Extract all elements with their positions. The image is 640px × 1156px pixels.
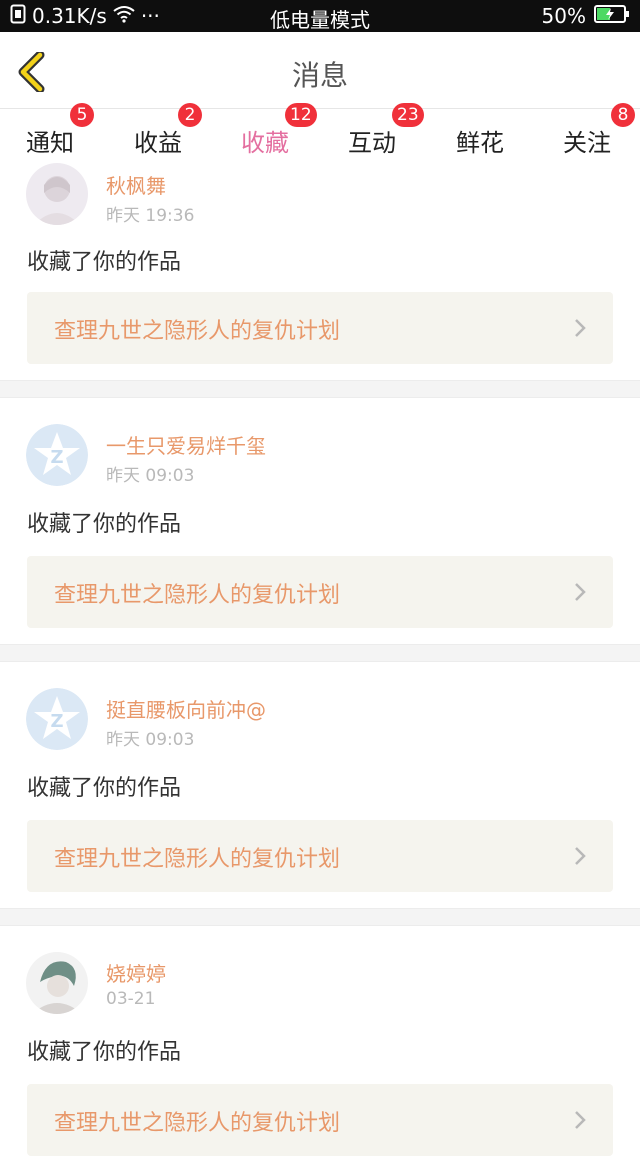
unread-badge: 12 (285, 103, 317, 127)
timestamp: 昨天 19:36 (106, 206, 195, 226)
unread-badge: 8 (611, 103, 635, 127)
tab-earnings[interactable]: 收益 2 (134, 103, 202, 158)
section-divider (0, 644, 640, 662)
status-bar: 0.31K/s ··· 低电量模式 50% (0, 0, 640, 32)
work-title: 查理九世之隐形人的复仇计划 (54, 847, 341, 872)
photo-avatar-icon[interactable] (26, 163, 88, 225)
list-item[interactable]: Z 一生只爱易烊千玺 昨天 09:03 收藏了你的作品 查理九世之隐形人的复仇计… (0, 398, 640, 644)
tab-label: 收益 (134, 129, 182, 157)
work-link[interactable]: 查理九世之隐形人的复仇计划 (27, 292, 613, 364)
user-name[interactable]: 秋枫舞 (106, 170, 166, 199)
work-title: 查理九世之隐形人的复仇计划 (54, 1111, 341, 1136)
tab-label: 通知 (26, 129, 74, 157)
list-item[interactable]: Z 挺直腰板向前冲@ 昨天 09:03 收藏了你的作品 查理九世之隐形人的复仇计… (0, 662, 640, 908)
status-right: 50% (542, 4, 630, 28)
work-title: 查理九世之隐形人的复仇计划 (54, 583, 341, 608)
action-text: 收藏了你的作品 (27, 1040, 182, 1065)
page-title: 消息 (291, 59, 348, 92)
unread-badge: 5 (70, 103, 94, 127)
battery-icon (594, 4, 630, 29)
tab-favorites[interactable]: 收藏 12 (241, 103, 317, 172)
nav-bar: 消息 (0, 32, 640, 109)
work-link[interactable]: 查理九世之隐形人的复仇计划 (27, 1084, 613, 1156)
work-link[interactable]: 查理九世之隐形人的复仇计划 (27, 820, 613, 892)
timestamp: 昨天 09:03 (106, 730, 195, 750)
work-link[interactable]: 查理九世之隐形人的复仇计划 (27, 556, 613, 628)
photo-avatar-icon[interactable] (26, 952, 88, 1014)
work-title: 查理九世之隐形人的复仇计划 (54, 319, 341, 344)
default-avatar-icon[interactable]: Z (26, 424, 88, 486)
tab-label: 关注 (563, 129, 611, 157)
unread-badge: 2 (178, 103, 202, 127)
user-name[interactable]: 挺直腰板向前冲@ (106, 694, 266, 723)
tab-label: 收藏 (241, 129, 289, 157)
action-text: 收藏了你的作品 (27, 250, 182, 275)
action-text: 收藏了你的作品 (27, 776, 182, 801)
section-divider (0, 908, 640, 926)
battery-percent: 50% (541, 4, 586, 28)
tab-interaction[interactable]: 互动 23 (348, 103, 424, 158)
chevron-right-icon (575, 847, 586, 865)
list-item[interactable]: 娆婷婷 03-21 收藏了你的作品 查理九世之隐形人的复仇计划 (0, 926, 640, 1156)
tab-flowers[interactable]: 鲜花 (456, 123, 504, 158)
section-divider (0, 380, 640, 398)
list-item[interactable]: 秋枫舞 昨天 19:36 收藏了你的作品 查理九世之隐形人的复仇计划 (0, 163, 640, 380)
chevron-right-icon (575, 1111, 586, 1129)
default-avatar-icon[interactable]: Z (26, 688, 88, 750)
tab-label: 互动 (348, 129, 396, 157)
timestamp: 昨天 09:03 (106, 466, 195, 486)
tab-notice[interactable]: 通知 5 (26, 103, 94, 158)
chevron-right-icon (575, 583, 586, 601)
svg-text:Z: Z (50, 711, 63, 732)
timestamp: 03-21 (106, 989, 156, 1009)
tab-follow[interactable]: 关注 8 (563, 103, 635, 158)
action-text: 收藏了你的作品 (27, 512, 182, 537)
svg-text:Z: Z (50, 447, 63, 468)
message-list: 秋枫舞 昨天 19:36 收藏了你的作品 查理九世之隐形人的复仇计划 Z 一生只… (0, 163, 640, 1156)
unread-badge: 23 (392, 103, 424, 127)
user-name[interactable]: 娆婷婷 (106, 958, 166, 987)
user-name[interactable]: 一生只爱易烊千玺 (106, 430, 266, 459)
chevron-right-icon (575, 319, 586, 337)
tab-label: 鲜花 (456, 129, 504, 157)
tab-bar: 通知 5 收益 2 收藏 12 互动 23 鲜花 关注 8 (0, 103, 640, 172)
